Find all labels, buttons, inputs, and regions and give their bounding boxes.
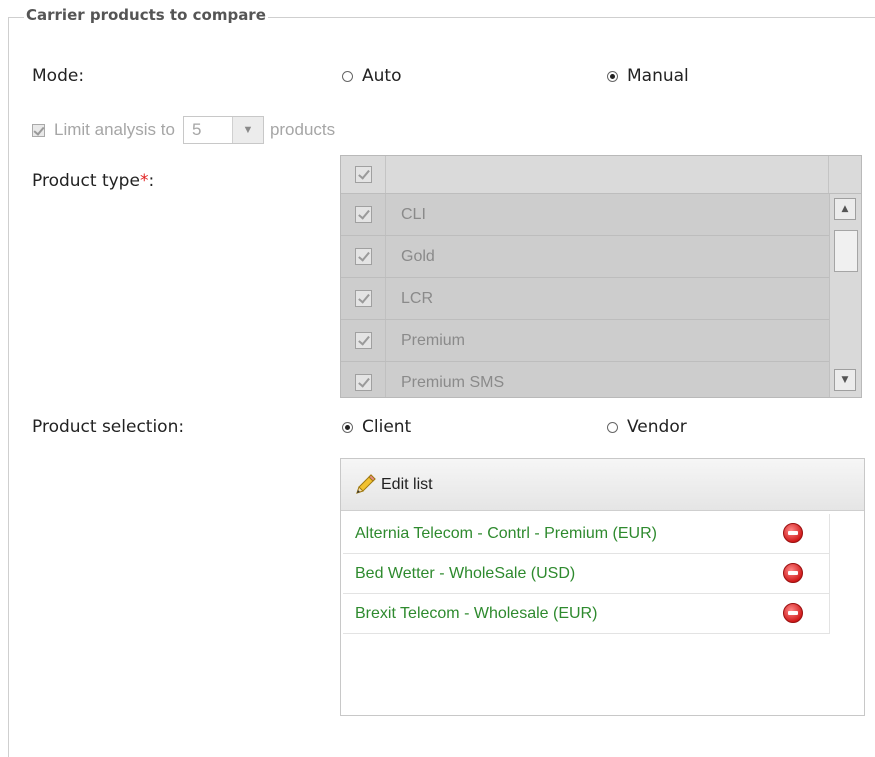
scroll-up-icon[interactable]: ▲ bbox=[834, 198, 856, 220]
list-item: Alternia Telecom - Contrl - Premium (EUR… bbox=[343, 514, 830, 554]
product-link[interactable]: Bed Wetter - WholeSale (USD) bbox=[355, 565, 575, 583]
selected-products-panel: Edit list Alternia Telecom - Contrl - Pr… bbox=[340, 458, 865, 716]
row-checkbox[interactable] bbox=[354, 206, 372, 223]
product-type-row[interactable]: Premium bbox=[341, 320, 829, 362]
product-link[interactable]: Alternia Telecom - Contrl - Premium (EUR… bbox=[355, 525, 657, 543]
row-checkbox[interactable] bbox=[354, 332, 372, 349]
product-type-row[interactable]: Premium SMS bbox=[341, 362, 829, 397]
product-type-row[interactable]: LCR bbox=[341, 278, 829, 320]
scrollbar-thumb[interactable] bbox=[834, 230, 858, 272]
row-checkbox-cell bbox=[341, 278, 386, 319]
selection-client-label: Client bbox=[362, 417, 412, 437]
edit-list-label: Edit list bbox=[381, 475, 433, 493]
chevron-down-icon[interactable]: ▼ bbox=[231, 117, 263, 143]
product-type-name: Premium SMS bbox=[401, 374, 505, 391]
selected-products-list: Alternia Telecom - Contrl - Premium (EUR… bbox=[343, 514, 830, 634]
radio-auto-icon bbox=[342, 70, 353, 82]
product-selection-label: Product selection: bbox=[32, 417, 185, 437]
product-type-grid: CLI Gold LCR Premium Premium SMS ▲ ▼ bbox=[340, 155, 862, 398]
grid-header bbox=[341, 156, 861, 194]
grid-scrollbar[interactable]: ▲ ▼ bbox=[829, 194, 861, 397]
remove-circle-icon[interactable] bbox=[783, 603, 803, 623]
product-type-label: Product type*: bbox=[32, 171, 154, 191]
product-type-name: Gold bbox=[401, 248, 435, 265]
section-legend: Carrier products to compare bbox=[24, 6, 268, 24]
mode-manual-label: Manual bbox=[627, 66, 689, 86]
radio-client-icon bbox=[342, 421, 353, 433]
row-checkbox[interactable] bbox=[354, 248, 372, 265]
limit-count-value: 5 bbox=[191, 120, 202, 139]
mode-label: Mode: bbox=[32, 66, 85, 86]
selection-vendor-label: Vendor bbox=[627, 417, 687, 437]
product-type-name: Premium bbox=[401, 332, 466, 349]
row-checkbox[interactable] bbox=[354, 374, 372, 391]
mode-manual-radio[interactable]: Manual bbox=[607, 66, 689, 86]
remove-circle-icon[interactable] bbox=[783, 563, 803, 583]
scroll-down-icon[interactable]: ▼ bbox=[834, 369, 856, 391]
selection-vendor-radio[interactable]: Vendor bbox=[607, 417, 687, 437]
product-type-row[interactable]: Gold bbox=[341, 236, 829, 278]
product-type-colon: : bbox=[148, 171, 155, 191]
product-type-row[interactable]: CLI bbox=[341, 194, 829, 236]
row-checkbox-cell bbox=[341, 194, 386, 235]
row-checkbox-cell bbox=[341, 362, 386, 397]
product-type-name: CLI bbox=[401, 206, 426, 223]
mode-auto-radio[interactable]: Auto bbox=[342, 66, 401, 86]
limit-prefix-label: Limit analysis to bbox=[54, 120, 175, 139]
product-type-name: LCR bbox=[401, 290, 434, 307]
limit-analysis-checkbox[interactable] bbox=[32, 123, 45, 137]
row-checkbox-cell bbox=[341, 320, 386, 361]
limit-suffix-label: products bbox=[269, 120, 336, 139]
grid-header-checkbox-cell bbox=[341, 156, 386, 193]
pencil-icon bbox=[356, 473, 376, 494]
list-item: Brexit Telecom - Wholesale (EUR) bbox=[343, 594, 830, 634]
grid-header-spacer bbox=[828, 156, 861, 193]
limit-analysis-row: Limit analysis to 5 ▼ products bbox=[32, 116, 335, 144]
product-link[interactable]: Brexit Telecom - Wholesale (EUR) bbox=[355, 605, 597, 623]
radio-manual-icon bbox=[607, 70, 618, 82]
row-checkbox-cell bbox=[341, 236, 386, 277]
limit-count-select[interactable]: 5 ▼ bbox=[182, 116, 264, 144]
row-checkbox[interactable] bbox=[354, 290, 372, 307]
edit-list-button[interactable]: Edit list bbox=[341, 459, 864, 511]
list-item: Bed Wetter - WholeSale (USD) bbox=[343, 554, 830, 594]
mode-auto-label: Auto bbox=[362, 66, 402, 86]
remove-circle-icon[interactable] bbox=[783, 523, 803, 543]
select-all-checkbox[interactable] bbox=[354, 166, 372, 183]
radio-vendor-icon bbox=[607, 421, 618, 433]
product-type-text: Product type bbox=[32, 171, 140, 191]
selection-client-radio[interactable]: Client bbox=[342, 417, 411, 437]
